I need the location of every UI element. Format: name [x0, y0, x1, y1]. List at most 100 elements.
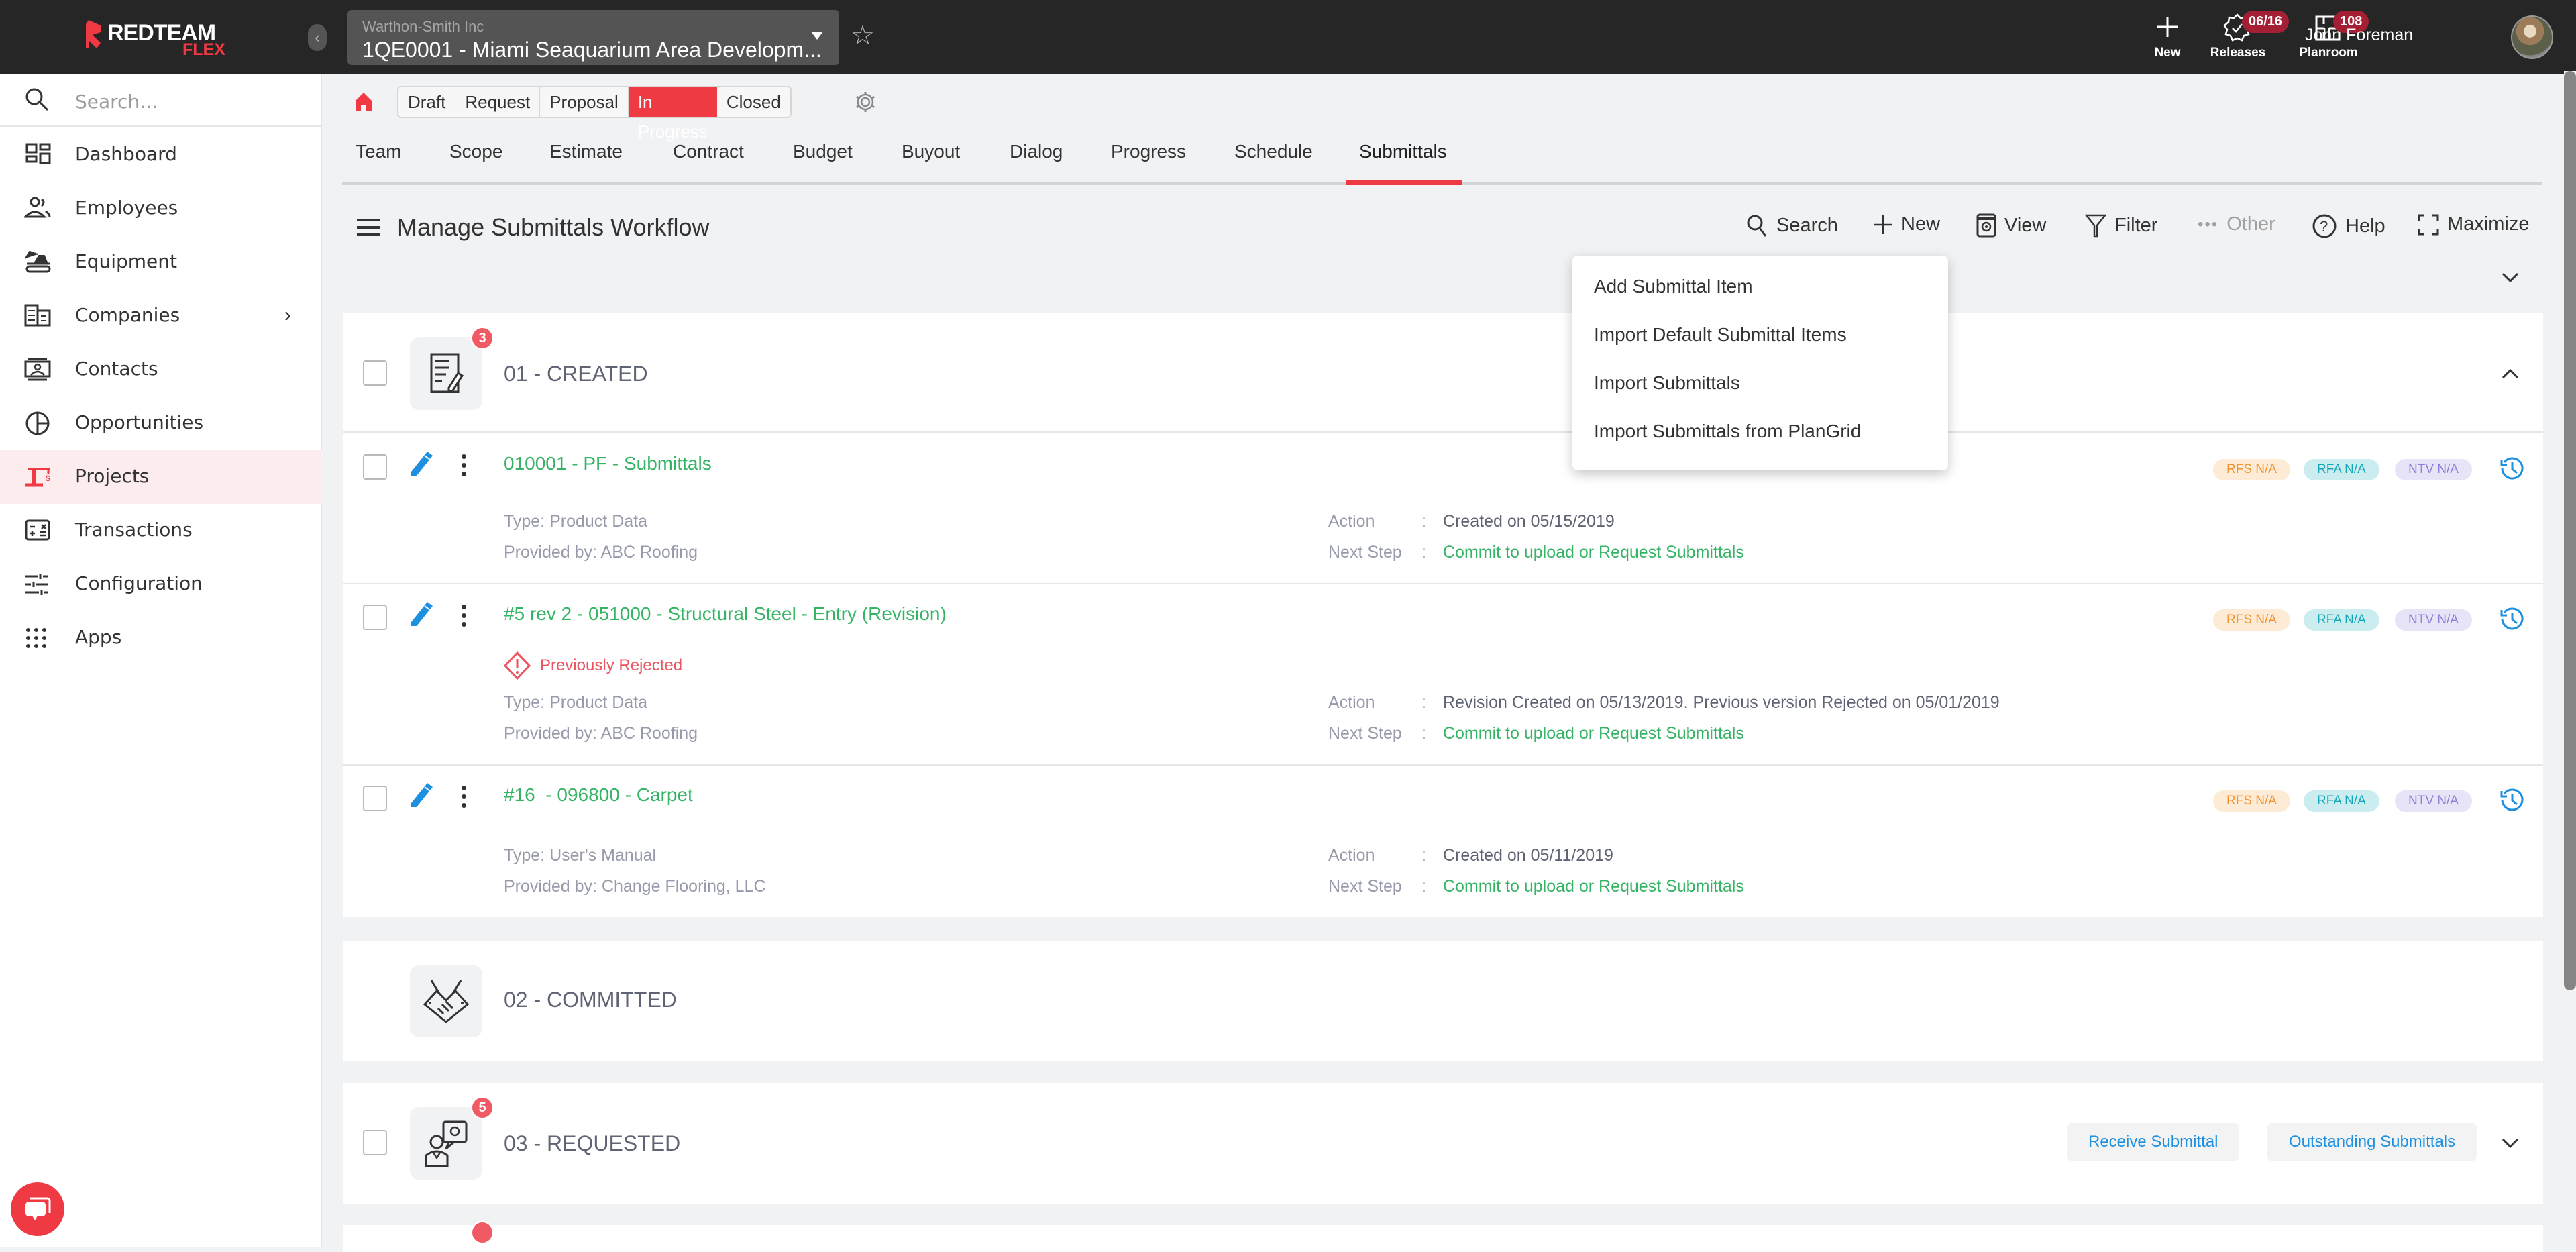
rfs-status-pill: RFS N/A	[2213, 790, 2290, 812]
sidebar-search-input[interactable]: Search...	[75, 91, 158, 113]
tab-scope[interactable]: Scope	[449, 141, 502, 162]
status-step-request[interactable]: Request	[455, 87, 541, 117]
stage-checkbox[interactable]	[363, 1130, 387, 1155]
redteam-flex-logo[interactable]: REDTEAM FLEX	[86, 19, 240, 59]
stage-count-badge	[471, 1221, 494, 1244]
sidebar-search[interactable]: Search...	[0, 74, 322, 127]
action-label: Action	[1328, 512, 1375, 531]
redteam-logo-mark-icon	[86, 20, 101, 48]
more-vertical-icon[interactable]	[462, 605, 467, 631]
sidebar-item-label: Companies	[75, 304, 180, 326]
sidebar-item-projects[interactable]: $ Projects	[0, 450, 322, 504]
other-button[interactable]: ••• Other	[2198, 213, 2275, 236]
history-icon[interactable]	[2500, 787, 2525, 813]
more-vertical-icon[interactable]	[462, 786, 467, 812]
submittal-title-link[interactable]: 010001 - PF - Submittals	[504, 453, 712, 474]
menu-item-import-submittals[interactable]: Import Submittals	[1594, 372, 1740, 394]
sidebar-item-label: Equipment	[75, 250, 177, 272]
tab-estimate[interactable]: Estimate	[549, 141, 623, 162]
new-label: New	[1901, 213, 1941, 235]
excavator-icon	[25, 250, 51, 273]
new-submittal-button[interactable]: New	[1873, 213, 1940, 236]
project-selector[interactable]: Warthon-Smith Inc 1QE0001 - Miami Seaqua…	[347, 10, 839, 65]
edit-pencil-icon[interactable]	[410, 782, 434, 808]
row-checkbox[interactable]	[363, 786, 387, 811]
user-avatar[interactable]	[2511, 15, 2553, 59]
svg-text:$: $	[46, 474, 50, 483]
submittal-title-link[interactable]: #16 - 096800 - Carpet	[504, 784, 693, 806]
edit-pencil-icon[interactable]	[410, 601, 434, 627]
next-step-link[interactable]: Commit to upload or Request Submittals	[1443, 543, 1744, 562]
status-step-draft[interactable]: Draft	[398, 87, 456, 117]
status-step-in-progress[interactable]: In Progress	[628, 87, 717, 142]
help-button[interactable]: ? Help	[2312, 213, 2385, 239]
edit-pencil-icon[interactable]	[410, 450, 434, 477]
chevron-down-icon[interactable]	[2502, 272, 2519, 283]
sidebar-item-dashboard[interactable]: Dashboard	[0, 128, 322, 182]
view-button[interactable]: View	[1976, 213, 2046, 238]
rfa-status-pill: RFA N/A	[2304, 609, 2379, 631]
receive-submittal-button[interactable]: Receive Submittal	[2067, 1123, 2240, 1161]
page-scrollbar-thumb[interactable]	[2564, 71, 2576, 990]
submittal-title-link[interactable]: #5 rev 2 - 051000 - Structural Steel - E…	[504, 603, 947, 625]
search-button[interactable]: Search	[1746, 213, 1838, 238]
stage-committed[interactable]: 02 - COMMITTED	[343, 941, 2543, 1061]
colon: :	[1421, 877, 1426, 896]
tab-buyout[interactable]: Buyout	[902, 141, 960, 162]
more-vertical-icon[interactable]	[462, 454, 467, 480]
view-label: View	[2004, 214, 2047, 236]
chevron-down-icon[interactable]	[2502, 1138, 2519, 1149]
history-icon[interactable]	[2500, 606, 2525, 631]
sidebar-item-employees[interactable]: Employees	[0, 182, 322, 236]
row-checkbox[interactable]	[363, 605, 387, 630]
sidebar-item-apps[interactable]: Apps	[0, 611, 322, 665]
warning-text: Previously Rejected	[540, 656, 683, 674]
menu-item-import-submittals-plangrid[interactable]: Import Submittals from PlanGrid	[1594, 421, 1861, 442]
next-step-label: Next Step	[1328, 724, 1402, 743]
sidebar-item-opportunities[interactable]: Opportunities	[0, 397, 322, 450]
status-step-closed[interactable]: Closed	[717, 87, 790, 117]
search-icon	[1747, 215, 1767, 237]
maximize-button[interactable]: Maximize	[2418, 213, 2529, 236]
stage-next-partial	[343, 1221, 2543, 1252]
rfs-status-pill: RFS N/A	[2213, 609, 2290, 631]
tab-submittals[interactable]: Submittals	[1359, 141, 1447, 162]
outstanding-submittals-button[interactable]: Outstanding Submittals	[2267, 1123, 2477, 1161]
sidebar-item-configuration[interactable]: Configuration	[0, 558, 322, 611]
tab-budget[interactable]: Budget	[793, 141, 853, 162]
planroom-label: Planroom	[2299, 46, 2358, 60]
plus-icon	[1874, 215, 1892, 234]
user-name[interactable]: John Foreman	[2305, 25, 2413, 45]
tab-contract[interactable]: Contract	[673, 141, 744, 162]
menu-icon[interactable]	[357, 219, 380, 238]
tab-progress[interactable]: Progress	[1111, 141, 1186, 162]
filter-button[interactable]: Filter	[2085, 213, 2157, 238]
sidebar-item-equipment[interactable]: Equipment	[0, 236, 322, 289]
home-icon[interactable]	[354, 91, 373, 113]
tab-team[interactable]: Team	[356, 141, 401, 162]
calculator-icon	[25, 519, 50, 541]
favorite-star-icon[interactable]: ☆	[851, 20, 875, 51]
chat-button[interactable]	[11, 1182, 64, 1236]
sidebar-item-transactions[interactable]: Transactions	[0, 504, 322, 558]
menu-item-add-submittal-item[interactable]: Add Submittal Item	[1594, 276, 1753, 297]
gear-icon[interactable]	[854, 90, 877, 114]
history-icon[interactable]	[2500, 456, 2525, 481]
colon: :	[1421, 543, 1426, 562]
submittal-type: Type: User's Manual	[504, 846, 657, 865]
sidebar-item-contacts[interactable]: Contacts	[0, 343, 322, 397]
sidebar-item-companies[interactable]: Companies ›	[0, 289, 322, 343]
stage-checkbox[interactable]	[363, 360, 387, 386]
next-step-link[interactable]: Commit to upload or Request Submittals	[1443, 877, 1744, 896]
tab-dialog[interactable]: Dialog	[1010, 141, 1063, 162]
colon: :	[1421, 846, 1426, 865]
menu-item-import-default-submittal-items[interactable]: Import Default Submittal Items	[1594, 324, 1847, 346]
status-step-proposal[interactable]: Proposal	[540, 87, 629, 117]
chevron-up-icon[interactable]	[2502, 368, 2519, 379]
more-horizontal-icon: •••	[2198, 215, 2219, 233]
row-checkbox[interactable]	[363, 454, 387, 480]
collapse-sidebar-button[interactable]: ‹	[308, 24, 327, 51]
next-step-link[interactable]: Commit to upload or Request Submittals	[1443, 724, 1744, 743]
tab-schedule[interactable]: Schedule	[1234, 141, 1313, 162]
stage-icon	[410, 965, 482, 1037]
